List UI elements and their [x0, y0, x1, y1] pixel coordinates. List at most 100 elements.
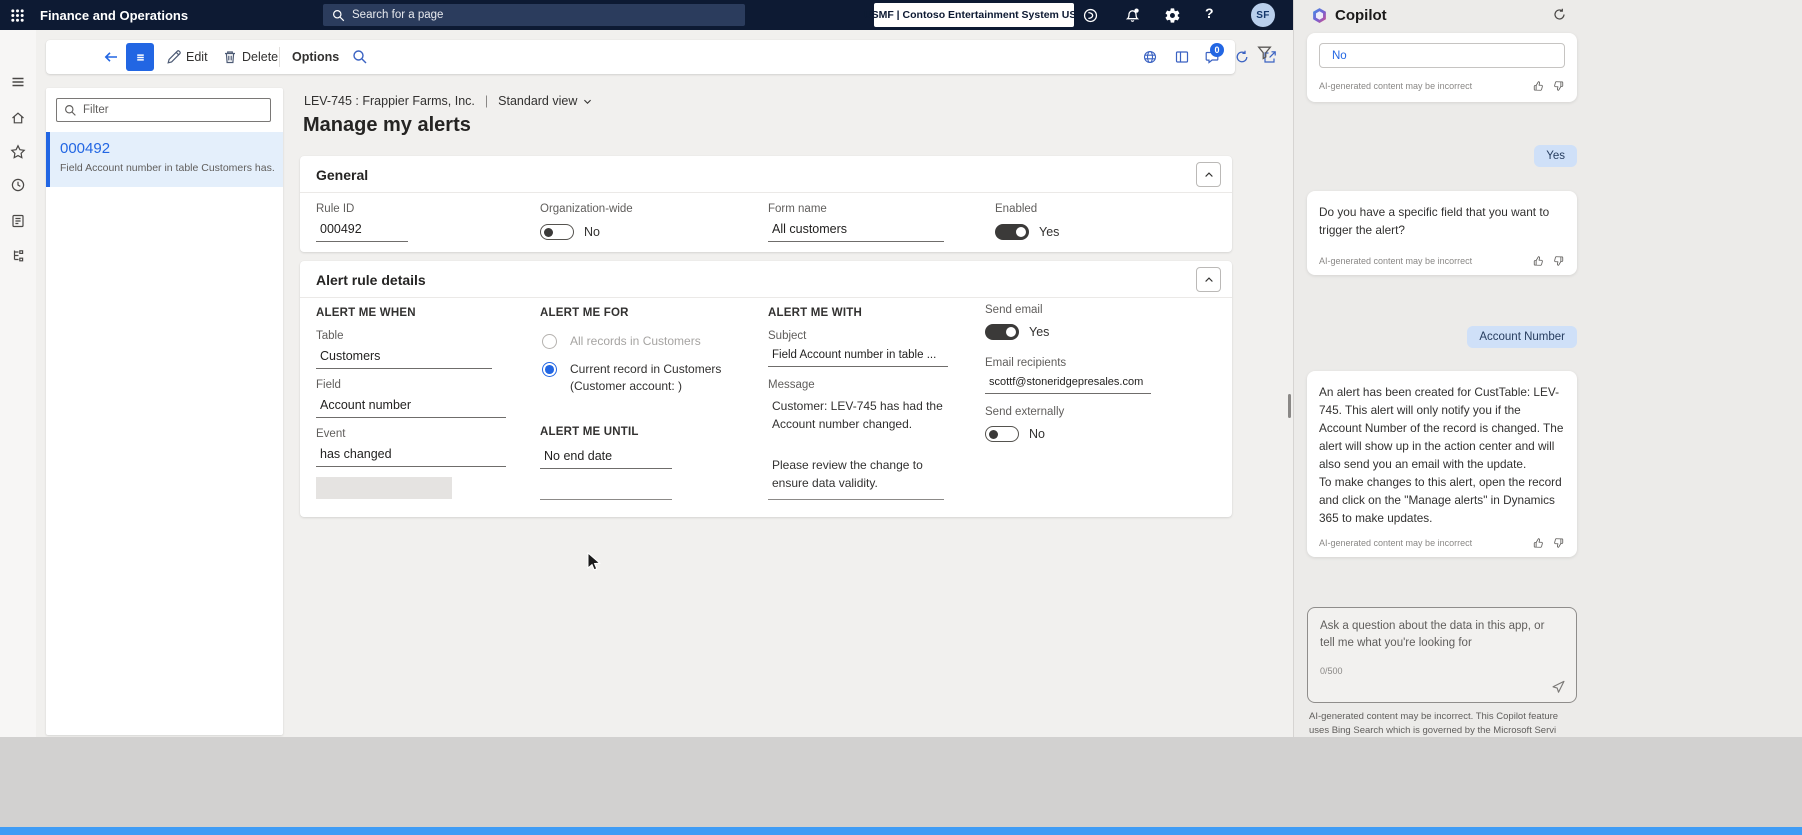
thumb-up-icon[interactable] [1532, 80, 1544, 92]
chevron-up-icon [1204, 276, 1213, 282]
copilot-title: Copilot [1335, 6, 1387, 24]
record-filter-input[interactable] [83, 104, 253, 116]
hierarchy-tree-icon[interactable] [10, 247, 26, 263]
message-underline [768, 499, 944, 500]
search-icon [333, 9, 345, 21]
general-section-title[interactable]: General [316, 167, 368, 183]
personalize-globe-icon[interactable] [1142, 49, 1158, 65]
general-collapse-button[interactable] [1196, 162, 1221, 187]
view-selector[interactable]: Standard view [498, 94, 593, 108]
edit-pencil-icon[interactable] [166, 49, 182, 65]
app-window: Finance and Operations USMF | Contoso En… [0, 0, 1293, 737]
edit-button[interactable]: Edit [186, 50, 208, 64]
forms-document-icon[interactable] [10, 213, 26, 229]
rule-id-value[interactable]: 000492 [316, 222, 408, 242]
rule-id-field: Rule ID 000492 [316, 203, 408, 242]
screen: Finance and Operations USMF | Contoso En… [0, 0, 1802, 835]
page-search[interactable] [323, 4, 745, 26]
options-menu[interactable]: Options [292, 50, 339, 64]
subject-value[interactable]: Field Account number in table ... [768, 349, 948, 367]
thumb-up-icon[interactable] [1532, 255, 1544, 267]
nav-rail [0, 30, 36, 737]
email-recipients-value[interactable]: scottf@stoneridgepresales.com [985, 376, 1151, 394]
all-records-option[interactable]: All records in Customers [542, 333, 701, 350]
avatar[interactable]: SF [1251, 3, 1275, 27]
thumb-down-icon[interactable] [1553, 255, 1565, 267]
copilot-input[interactable] [1320, 618, 1560, 660]
record-list-item-selected[interactable]: 000492 Field Account number in table Cus… [46, 132, 283, 187]
assistant-question: Do you have a specific field that you wa… [1319, 205, 1550, 237]
enabled-toggle[interactable] [995, 224, 1029, 240]
end-date-value[interactable]: No end date [540, 449, 672, 469]
letterbox-band [0, 737, 1802, 827]
ai-disclaimer-row: AI-generated content may be incorrect [1319, 80, 1565, 92]
hamburger-menu-icon[interactable] [10, 74, 26, 90]
send-externally-value: No [1029, 427, 1045, 441]
section-divider [300, 297, 1232, 298]
ai-disclaimer-row: AI-generated content may be incorrect [1319, 537, 1565, 549]
alert-details-collapse-button[interactable] [1196, 267, 1221, 292]
thumb-up-icon[interactable] [1532, 537, 1544, 549]
chevron-up-icon [1204, 171, 1213, 177]
recent-clock-icon[interactable] [10, 177, 26, 193]
mouse-cursor [587, 552, 601, 571]
char-counter: 0/500 [1320, 666, 1343, 676]
send-email-toggle[interactable] [985, 324, 1019, 340]
thumb-down-icon[interactable] [1553, 537, 1565, 549]
table-value[interactable]: Customers [316, 349, 492, 369]
radio-unselected-icon [542, 334, 557, 349]
form-name-value[interactable]: All customers [768, 222, 944, 242]
send-icon[interactable] [1551, 679, 1566, 694]
app-title[interactable]: Finance and Operations [40, 8, 188, 23]
option-no-button[interactable]: No [1319, 43, 1565, 68]
dynamics-copilot-icon[interactable] [1082, 7, 1099, 24]
event-value[interactable]: has changed [316, 447, 506, 467]
organization-wide-field: Organization-wide No [540, 203, 633, 240]
current-record-label: Current record in Customers (Customer ac… [570, 362, 722, 393]
section-divider [300, 192, 1232, 193]
delete-button[interactable]: Delete [242, 50, 278, 64]
video-progress-bar[interactable] [0, 827, 1802, 835]
page-search-input[interactable] [352, 9, 712, 21]
home-icon[interactable] [10, 110, 26, 126]
environment-selector[interactable]: USMF | Contoso Entertainment System USA [864, 3, 1084, 27]
delete-trash-icon[interactable] [222, 49, 238, 65]
alert-details-section-title[interactable]: Alert rule details [316, 272, 426, 288]
favorites-star-icon[interactable] [10, 144, 26, 160]
table-label: Table [316, 330, 344, 342]
copilot-option-card: No AI-generated content may be incorrect [1307, 33, 1577, 102]
filter-search-icon [65, 104, 76, 116]
filter-funnel-icon[interactable] [1256, 44, 1273, 61]
organization-wide-label: Organization-wide [540, 203, 633, 215]
message-count-badge: 0 [1210, 43, 1224, 57]
current-record-option[interactable]: Current record in Customers (Customer ac… [542, 361, 721, 395]
empty-date-field[interactable] [540, 499, 672, 500]
page-scrollbar[interactable] [1288, 394, 1291, 418]
field-field: Field Account number [316, 379, 506, 418]
settings-gear-icon[interactable] [1164, 7, 1181, 24]
disabled-input [316, 477, 452, 499]
app-launcher-icon[interactable] [0, 0, 34, 30]
alert-me-with-heading: ALERT ME WITH [768, 307, 862, 319]
back-arrow-icon[interactable] [103, 49, 119, 65]
record-filter[interactable] [56, 98, 271, 122]
message-para2[interactable]: Please review the change to ensure data … [772, 457, 944, 492]
message-para1[interactable]: Customer: LEV-745 has had the Account nu… [772, 398, 944, 433]
toolbar-search-icon[interactable] [352, 49, 368, 65]
copilot-refresh-icon[interactable] [1552, 7, 1567, 22]
show-list-button[interactable] [126, 43, 154, 71]
breadcrumb-record[interactable]: LEV-745 : Frappier Farms, Inc. [304, 94, 475, 108]
field-value[interactable]: Account number [316, 398, 506, 418]
send-email-value: Yes [1029, 325, 1050, 339]
refresh-icon[interactable] [1234, 49, 1250, 65]
task-recorder-panel-icon[interactable] [1174, 49, 1190, 65]
notifications-bell-icon[interactable] [1124, 7, 1141, 24]
send-externally-toggle[interactable] [985, 426, 1019, 442]
copilot-input-box[interactable]: 0/500 [1307, 607, 1577, 703]
email-recipients-field: Email recipients scottf@stoneridgepresal… [985, 357, 1151, 394]
send-externally-field: Send externally No [985, 406, 1064, 442]
help-icon[interactable]: ? [1205, 5, 1214, 21]
organization-wide-toggle[interactable] [540, 224, 574, 240]
thumb-down-icon[interactable] [1553, 80, 1565, 92]
record-list-panel: 000492 Field Account number in table Cus… [46, 88, 283, 735]
